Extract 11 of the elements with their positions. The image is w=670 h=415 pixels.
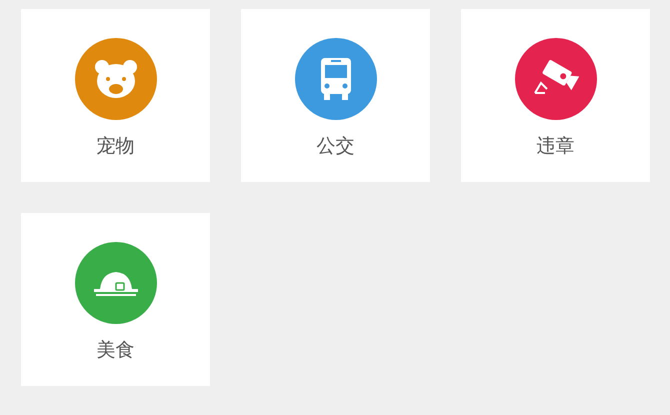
bus-icon [320, 58, 352, 100]
bear-face-icon [94, 59, 138, 99]
category-label: 宠物 [96, 137, 134, 156]
cloche-icon [94, 269, 138, 297]
category-tile[interactable]: 违章 [461, 9, 650, 182]
category-label: 违章 [536, 137, 574, 156]
category-tile[interactable]: 宠物 [21, 9, 210, 182]
category-label: 美食 [96, 341, 134, 360]
category-label: 公交 [316, 137, 354, 156]
category-tile[interactable]: 美食 [21, 213, 210, 386]
category-tile[interactable]: 公交 [241, 9, 430, 182]
